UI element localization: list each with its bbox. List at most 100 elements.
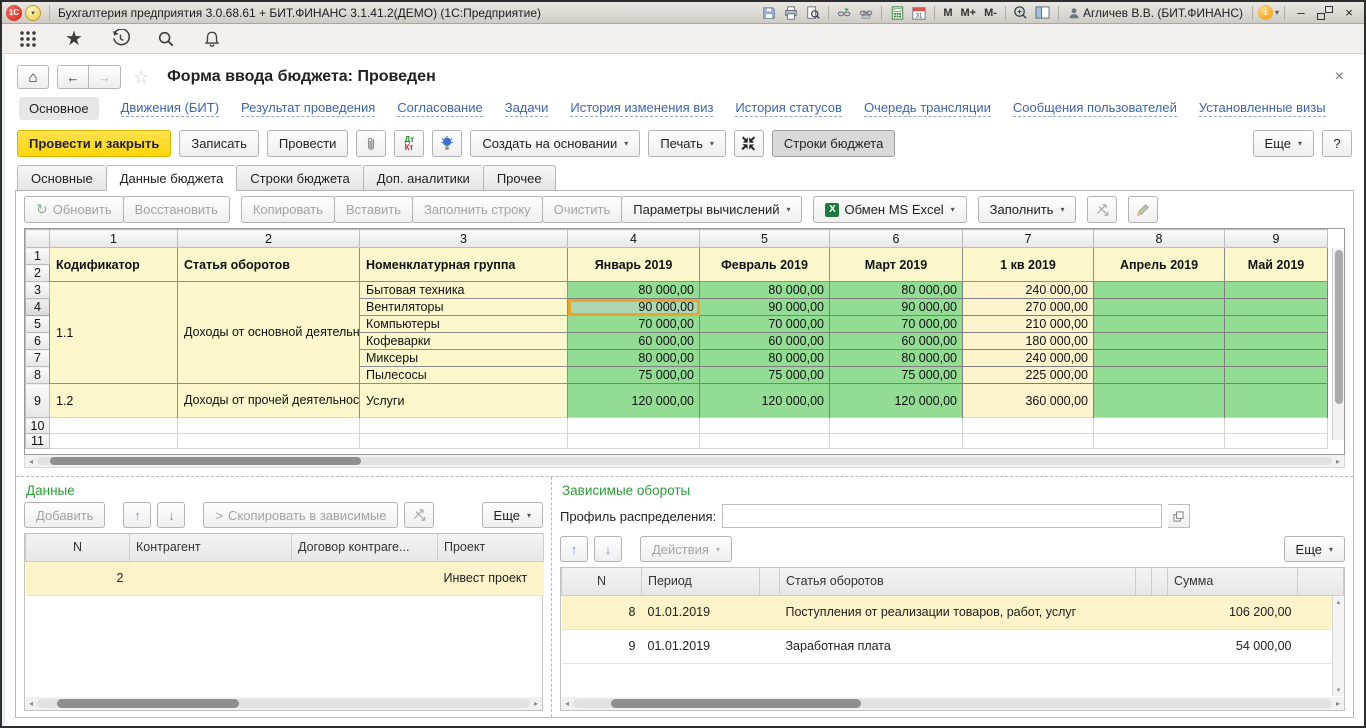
tab-budget-lines[interactable]: Строки бюджета: [236, 165, 362, 191]
cell-empty[interactable]: [568, 434, 700, 449]
favorite-star-icon[interactable]: ☆: [133, 67, 149, 88]
current-user[interactable]: Агличев В.В. (БИТ.ФИНАНС): [1064, 6, 1247, 20]
col-project[interactable]: Проект: [438, 534, 544, 561]
calculator-button[interactable]: [887, 4, 907, 21]
cell-value[interactable]: 90 000,00: [830, 299, 963, 316]
col-n[interactable]: N: [562, 568, 642, 595]
scroll-left-icon[interactable]: ◂: [561, 699, 573, 708]
col-header[interactable]: 4: [568, 230, 700, 248]
col-header[interactable]: 9: [1225, 230, 1328, 248]
row-header[interactable]: 10: [26, 418, 50, 434]
post-button[interactable]: Провести: [267, 130, 349, 157]
header-january[interactable]: Январь 2019: [568, 248, 700, 282]
scroll-up-icon[interactable]: ▴: [1337, 598, 1341, 606]
fill-row-button[interactable]: Заполнить строку: [412, 196, 543, 223]
cell-empty[interactable]: [830, 434, 963, 449]
cell-contract[interactable]: [292, 561, 438, 595]
row-header[interactable]: 11: [26, 434, 50, 449]
nav-link-tasks[interactable]: Задачи: [505, 100, 549, 117]
nav-link-visa-history[interactable]: История изменения виз: [570, 100, 713, 117]
cell-codifier[interactable]: 1.2: [50, 384, 178, 418]
cell-empty[interactable]: [1094, 384, 1225, 418]
scroll-left-icon[interactable]: ◂: [25, 699, 37, 708]
table-row[interactable]: 2 Инвест проект: [26, 561, 544, 595]
grid-vertical-scrollbar[interactable]: [1332, 248, 1344, 440]
cell-empty[interactable]: [1225, 350, 1328, 367]
col-contract[interactable]: Договор контраге...: [292, 534, 438, 561]
dependent-table-hscrollbar[interactable]: ◂ ▸: [561, 697, 1344, 710]
collapse-button[interactable]: [734, 130, 764, 157]
clear-button[interactable]: Очистить: [542, 196, 623, 223]
scrollbar-thumb[interactable]: [50, 457, 361, 465]
scrollbar-thumb[interactable]: [611, 699, 861, 708]
col-header[interactable]: 7: [963, 230, 1094, 248]
tab-other[interactable]: Прочее: [483, 165, 556, 191]
add-row-button[interactable]: Добавить: [24, 502, 105, 528]
paste-button[interactable]: Вставить: [334, 196, 413, 223]
tab-additional-analytics[interactable]: Доп. аналитики: [363, 165, 483, 191]
header-may[interactable]: Май 2019: [1225, 248, 1328, 282]
row-header[interactable]: 6: [26, 333, 50, 350]
col-period[interactable]: Период: [642, 568, 760, 595]
search-button[interactable]: [154, 27, 178, 51]
cell-value[interactable]: 120 000,00: [568, 384, 700, 418]
refresh-button[interactable]: ↻Обновить: [24, 196, 124, 223]
cell-value[interactable]: 80 000,00: [700, 282, 830, 299]
col-header[interactable]: 2: [178, 230, 360, 248]
create-based-on-button[interactable]: Создать на основании▾: [470, 130, 640, 157]
nav-link-user-messages[interactable]: Сообщения пользователей: [1013, 100, 1177, 117]
cell-codifier[interactable]: 1.1: [50, 282, 178, 384]
post-and-close-button[interactable]: Провести и закрыть: [17, 130, 171, 157]
cell-nomenclature[interactable]: Услуги: [360, 384, 568, 418]
cell-empty[interactable]: [1094, 350, 1225, 367]
cell-quarter-total[interactable]: 360 000,00: [963, 384, 1094, 418]
cell-value[interactable]: 75 000,00: [830, 367, 963, 384]
grid-horizontal-scrollbar[interactable]: ◂ ▸: [24, 455, 1345, 468]
scroll-left-icon[interactable]: ◂: [25, 457, 37, 466]
data-more-button[interactable]: Еще▾: [482, 502, 543, 528]
table-row[interactable]: 8 01.01.2019 Поступления от реализации т…: [562, 595, 1344, 629]
cell-n[interactable]: 8: [562, 595, 642, 629]
go-to-link-button[interactable]: [856, 4, 876, 21]
cell-value[interactable]: 75 000,00: [568, 367, 700, 384]
cell-empty[interactable]: [963, 434, 1094, 449]
cell-empty[interactable]: [50, 418, 178, 434]
cell-nomenclature[interactable]: Компьютеры: [360, 316, 568, 333]
cell-empty[interactable]: [178, 434, 360, 449]
cell-nomenclature[interactable]: Вентиляторы: [360, 299, 568, 316]
cell-empty[interactable]: [360, 434, 568, 449]
nav-link-approval[interactable]: Согласование: [397, 100, 482, 117]
move-down-button[interactable]: ↓: [157, 502, 185, 528]
profile-input[interactable]: [722, 504, 1162, 528]
cell-value[interactable]: 70 000,00: [700, 316, 830, 333]
header-april[interactable]: Апрель 2019: [1094, 248, 1225, 282]
cell-sum[interactable]: 54 000,00: [1168, 629, 1298, 663]
print-button[interactable]: [781, 4, 801, 21]
zoom-button[interactable]: [1011, 4, 1031, 21]
cell-quarter-total[interactable]: 225 000,00: [963, 367, 1094, 384]
add-link-button[interactable]: [834, 4, 854, 21]
more-button[interactable]: Еще▾: [1253, 130, 1314, 157]
scrollbar-thumb[interactable]: [57, 699, 239, 708]
edit-button[interactable]: [1128, 196, 1158, 223]
cell-quarter-total[interactable]: 240 000,00: [963, 350, 1094, 367]
cell-contractor[interactable]: [130, 561, 292, 595]
split-window-button[interactable]: [1033, 4, 1053, 21]
forward-button[interactable]: →: [89, 65, 121, 89]
row-header[interactable]: 8: [26, 367, 50, 384]
dt-kt-button[interactable]: ДтКт: [394, 130, 424, 157]
memory-m-plus-button[interactable]: M+: [958, 7, 980, 19]
cell-value[interactable]: 80 000,00: [568, 282, 700, 299]
col-article[interactable]: Статья оборотов: [780, 568, 1136, 595]
cell-empty[interactable]: [1225, 282, 1328, 299]
data-table-hscrollbar[interactable]: ◂ ▸: [25, 697, 542, 710]
cell-quarter-total[interactable]: 180 000,00: [963, 333, 1094, 350]
col-header[interactable]: 5: [700, 230, 830, 248]
cell-empty[interactable]: [830, 418, 963, 434]
table-row[interactable]: 9 01.01.2019 Заработная плата 54 000,00: [562, 629, 1344, 663]
header-nomenclature[interactable]: Номенклатурная группа: [360, 248, 568, 282]
cell-n[interactable]: 2: [26, 561, 130, 595]
history-button[interactable]: [108, 27, 132, 51]
col-sum[interactable]: Сумма: [1168, 568, 1298, 595]
notifications-button[interactable]: [200, 27, 224, 51]
